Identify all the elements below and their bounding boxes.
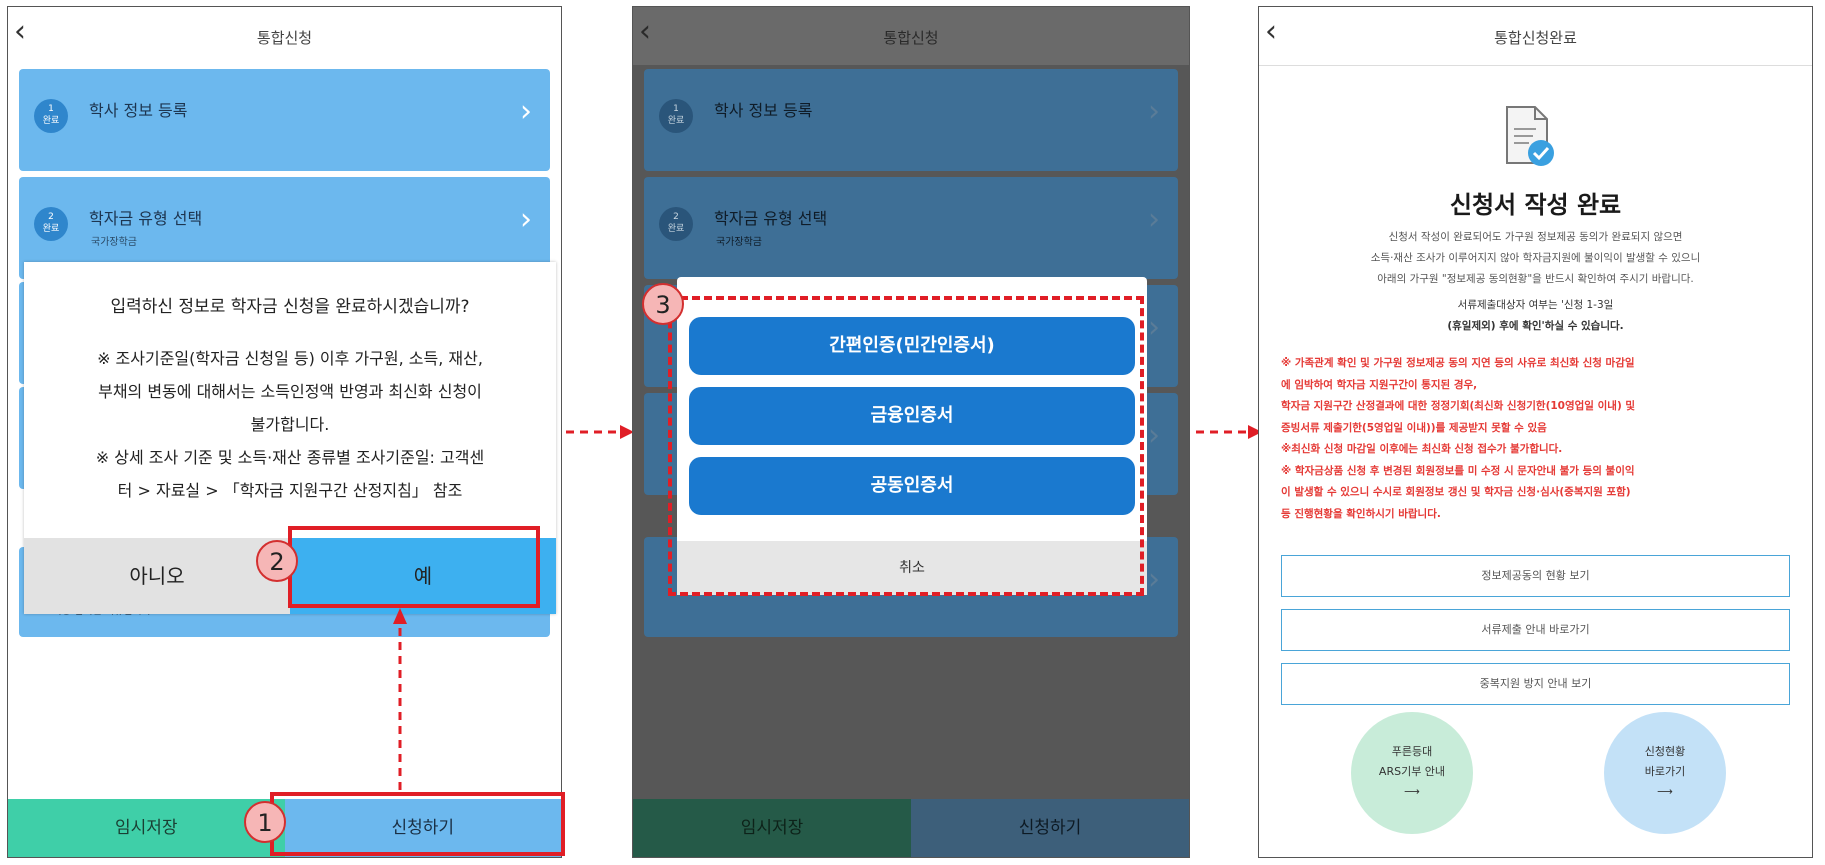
- apply-button: 신청하기: [911, 799, 1189, 857]
- warning-line: 이 발생할 수 있으니 수시로 회원정보 갱신 및 학자금 신청·심사(중복지원…: [1281, 486, 1631, 498]
- chevron-right-icon: ›: [1148, 94, 1160, 129]
- chevron-right-icon: ›: [1148, 310, 1160, 345]
- divider: [1259, 65, 1812, 66]
- warning-line: 등 진행현황을 확인하시기 바랍니다.: [1281, 507, 1441, 520]
- warning-line: 증빙서류 제출기한(5영업일 이내))를 제공받지 못할 수 있음: [1281, 421, 1547, 434]
- ars-donation-button[interactable]: 푸른등대 ARS기부 안내 ⟶: [1351, 712, 1473, 834]
- chevron-right-icon: ›: [1148, 202, 1160, 237]
- info-text-2: 서류제출대상자 여부는 '신청 1-3일 (휴일제외) 후에 확인'하실 수 있…: [1279, 295, 1792, 337]
- complete-heading: 신청서 작성 완료: [1449, 191, 1622, 219]
- arrow-right-icon: ⟶: [1404, 785, 1420, 798]
- step-badge-1: 1 완료: [659, 99, 693, 133]
- document-check-icon: [1506, 106, 1554, 166]
- step-label: 학자금 유형 선택: [714, 209, 828, 228]
- duplicate-guide-button[interactable]: 중복지원 방지 안내 보기: [1281, 663, 1790, 705]
- warning-line: ※ 가족관계 확인 및 가구원 정보제공 동의 지연 등의 사유로 최신화 신청…: [1281, 357, 1635, 369]
- warning-text: ※ 가족관계 확인 및 가구원 정보제공 동의 지연 등의 사유로 최신화 신청…: [1281, 353, 1790, 525]
- step-sub: 국가장학금: [716, 237, 762, 248]
- temp-save-button: 임시저장: [633, 799, 911, 857]
- status-shortcut-button[interactable]: 신청현황 바로가기 ⟶: [1604, 712, 1726, 834]
- chevron-right-icon: ›: [1148, 562, 1160, 597]
- circle-line: 푸른등대: [1391, 745, 1433, 758]
- info-line: 아래의 가구원 "정보제공 동의현황"을 반드시 확인하여 주시기 바랍니다.: [1377, 273, 1694, 285]
- step-badge-2: 2 완료: [659, 207, 693, 241]
- circle-line: 신청현황: [1644, 745, 1686, 758]
- warning-line: 학자금 지원구간 산정결과에 대한 정정기회(최신화 신청기한(10영업일 이내…: [1281, 400, 1636, 412]
- arrow-right-icon: ⟶: [1657, 785, 1673, 798]
- phone-screen-complete: ‹ 통합신청완료 신청서 작성 완료 신청서 작성이 완료되어도 가구원 정보제…: [1258, 6, 1813, 858]
- document-guide-button[interactable]: 서류제출 안내 바로가기: [1281, 609, 1790, 651]
- consent-status-button[interactable]: 정보제공동의 현황 보기: [1281, 555, 1790, 597]
- highlight-cert-dialog: [668, 296, 1144, 596]
- info-line: 신청서 작성이 완료되어도 가구원 정보제공 동의가 완료되지 않으면: [1388, 231, 1683, 243]
- chevron-right-icon: ›: [1148, 418, 1160, 453]
- step-academic-info: 1 완료 학사 정보 등록 ›: [644, 69, 1178, 171]
- top-bar: ‹ 통합신청완료: [1259, 7, 1812, 65]
- warning-line: ※ 학자금상품 신청 후 변경된 회원정보를 미 수정 시 문자안내 불가 등의…: [1281, 464, 1635, 477]
- page-title: 통합신청완료: [1494, 29, 1577, 47]
- step-label: 학사 정보 등록: [714, 101, 813, 120]
- circle-line: ARS기부 안내: [1378, 765, 1446, 778]
- bottom-bar: 임시저장 신청하기: [633, 799, 1189, 857]
- circle-line: 바로가기: [1644, 765, 1686, 778]
- page-title: 통합신청: [883, 29, 939, 47]
- top-bar: ‹ 통합신청: [633, 7, 1189, 65]
- warning-line: 에 임박하여 학자금 지원구간이 통지된 경우,: [1281, 378, 1478, 391]
- step-loan-type: 2 완료 학자금 유형 선택 국가장학금 ›: [644, 177, 1178, 279]
- warning-line: ※최신화 신청 마감일 이후에는 최신화 신청 접수가 불가합니다.: [1281, 443, 1563, 455]
- step-marker-3: 3: [642, 283, 684, 325]
- info-line: 소득·재산 조사가 이루어지지 않아 학자금지원에 불이익이 발생할 수 있으니: [1370, 252, 1701, 264]
- info-line: (휴일제외) 후에 확인'하실 수 있습니다.: [1447, 320, 1624, 332]
- info-line: 서류제출대상자 여부는 '신청 1-3일: [1457, 299, 1614, 311]
- info-text: 신청서 작성이 완료되어도 가구원 정보제공 동의가 완료되지 않으면 소득·재…: [1279, 227, 1792, 290]
